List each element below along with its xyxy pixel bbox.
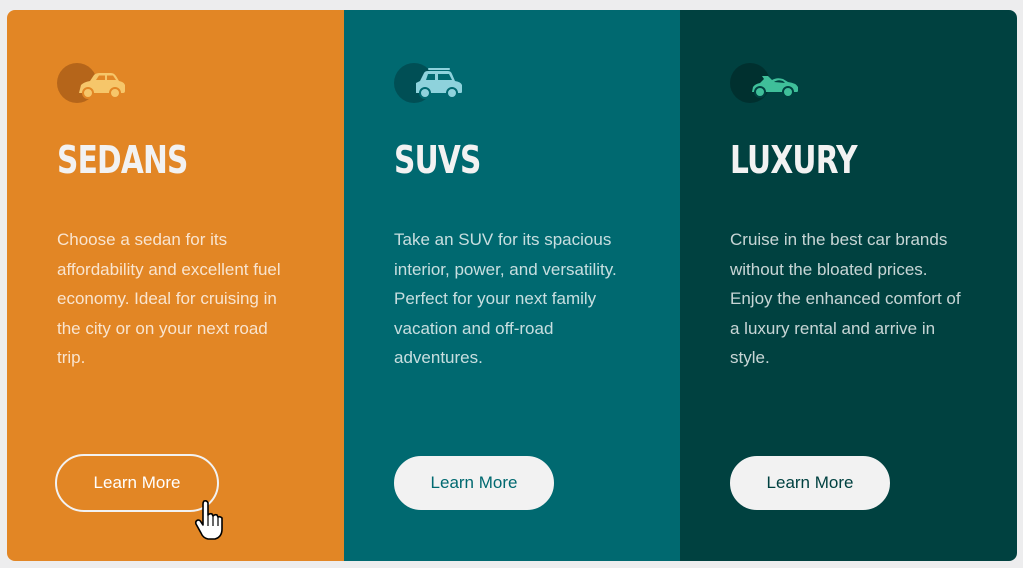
card-description: Cruise in the best car brands without th… <box>730 230 961 367</box>
hand-pointer-icon <box>193 499 225 541</box>
car-categories-component: SEDANS Choose a sedan for its affordabil… <box>7 10 1017 561</box>
card-title: SUVS <box>394 138 481 182</box>
card-description: Take an SUV for its spacious interior, p… <box>394 230 617 367</box>
card-title: LUXURY <box>730 138 858 182</box>
learn-more-button[interactable]: Learn More <box>394 456 554 510</box>
card-luxury: LUXURY Cruise in the best car brands wit… <box>680 10 1017 561</box>
card-description: Choose a sedan for its affordability and… <box>57 230 281 367</box>
suv-car-icon <box>394 61 466 105</box>
card-title: SEDANS <box>57 138 188 182</box>
card-suvs: SUVS Take an SUV for its spacious interi… <box>344 10 680 561</box>
card-sedans: SEDANS Choose a sedan for its affordabil… <box>7 10 344 561</box>
sedan-car-icon <box>57 61 129 105</box>
learn-more-button[interactable]: Learn More <box>730 456 890 510</box>
luxury-car-icon <box>730 61 802 105</box>
